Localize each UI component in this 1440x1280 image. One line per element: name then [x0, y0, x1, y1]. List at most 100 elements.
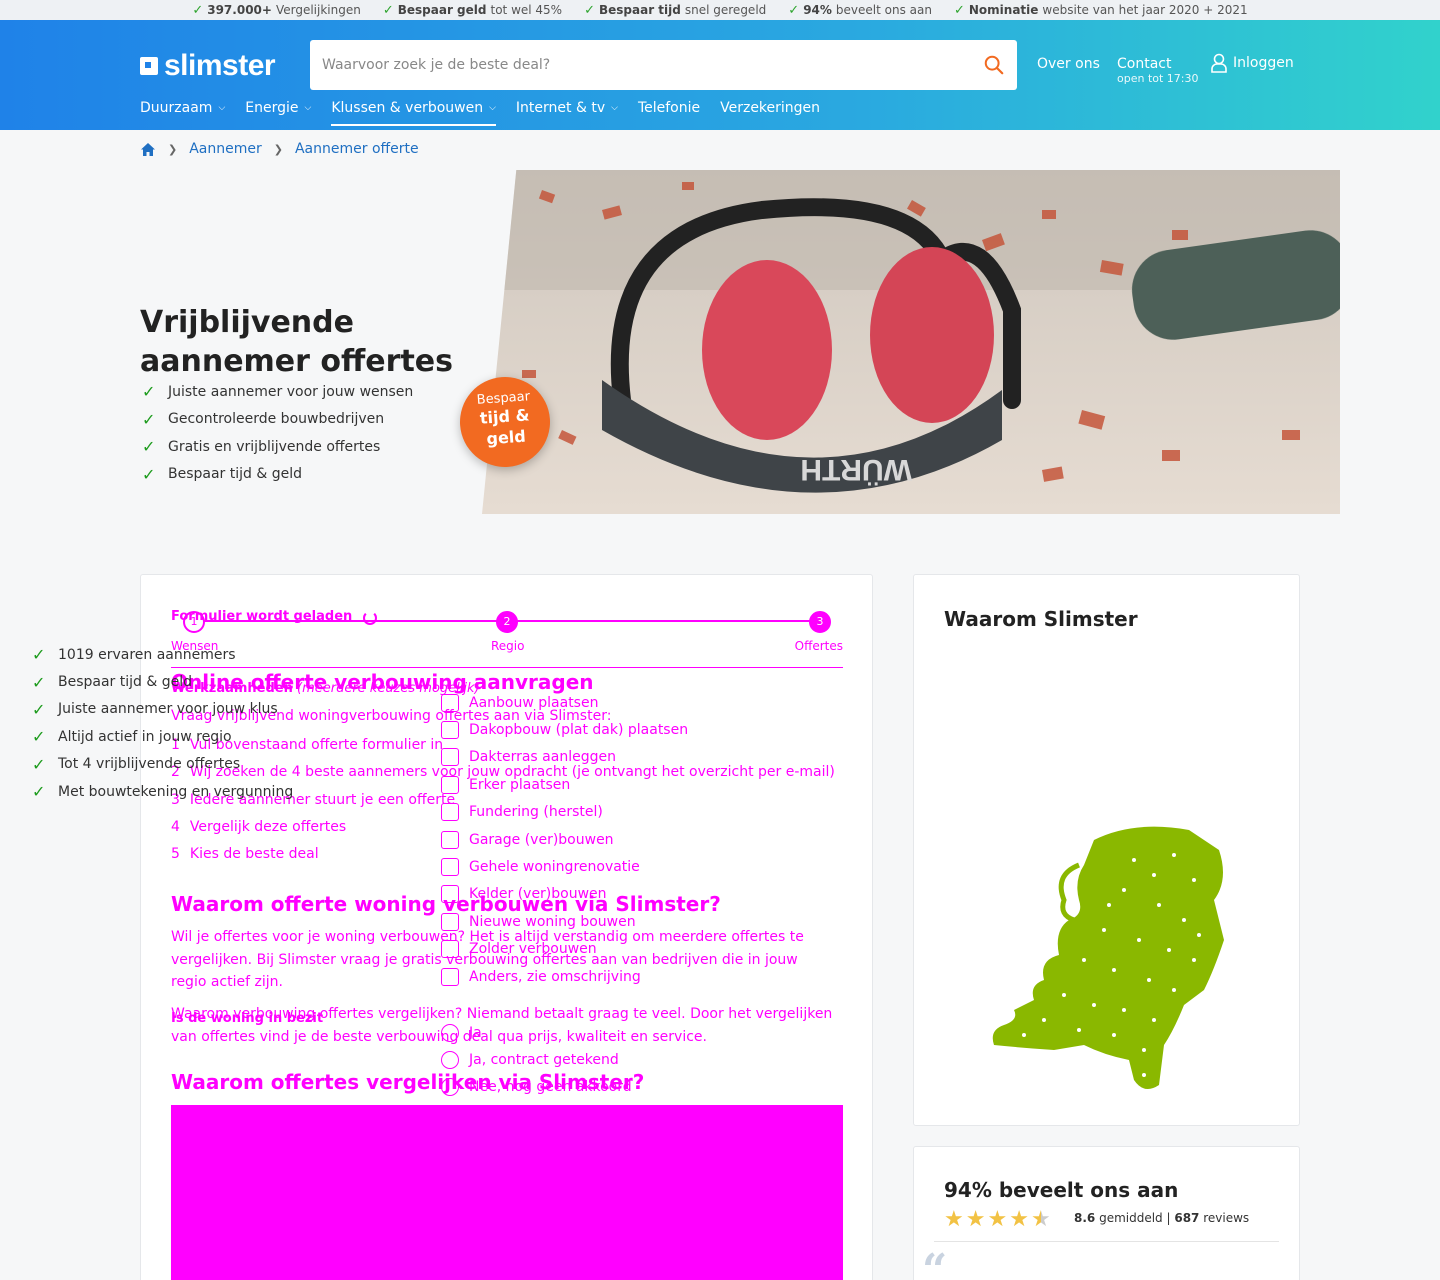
divider	[934, 1241, 1279, 1242]
checkbox[interactable]	[441, 693, 459, 712]
hero-image: WÜRTH	[482, 170, 1340, 514]
list-item: ✓ Juiste aannemer voor jouw wensen	[142, 382, 414, 402]
list-item: ✓ Gecontroleerde bouwbedrijven	[142, 409, 385, 429]
woning-label: Is de woning in bezit	[171, 1011, 324, 1026]
nav-item-klussen[interactable]: Klussen & verbouwen ⌵	[331, 100, 496, 126]
nav-item-verzekeringen[interactable]: Verzekeringen	[720, 100, 820, 126]
step-dot: 2	[496, 611, 518, 633]
check-icon: ✓	[192, 2, 204, 18]
usp-item: ✓ 397.000+ Vergelijkingen	[192, 2, 361, 18]
option-radio[interactable]: Ja	[441, 1019, 632, 1046]
usp-bar: ✓ 397.000+ Vergelijkingen ✓ Bespaar geld t…	[0, 0, 1440, 20]
list-item: ✓ Met bouwtekening en vergunning	[32, 782, 294, 802]
checkbox[interactable]	[441, 803, 459, 822]
netherlands-map-icon	[992, 826, 1224, 1089]
checkbox[interactable]	[441, 775, 459, 794]
list-item: ✓ Bespaar tijd & geld	[142, 464, 303, 484]
search-bar	[310, 40, 1017, 90]
option-checkbox[interactable]: Gehele woningrenovatie	[441, 853, 688, 880]
usp-item: ✓ Bespaar tijd snel geregeld	[584, 2, 767, 18]
list-item: ✓ Juiste aannemer voor jouw klus	[32, 699, 278, 719]
nav-item-internet[interactable]: Internet & tv ⌵	[516, 100, 618, 126]
check-icon: ✓	[32, 672, 46, 692]
nav-item-duurzaam[interactable]: Duurzaam ⌵	[140, 100, 225, 126]
checkbox[interactable]	[441, 721, 459, 740]
check-icon: ✓	[382, 2, 394, 18]
breadcrumb-aannemer[interactable]: Aannemer	[189, 141, 262, 157]
star-icon: ★	[987, 1207, 1008, 1232]
search-input[interactable]	[322, 57, 983, 73]
star-icon: ★	[1009, 1207, 1029, 1232]
chevron-down-icon: ⌵	[218, 103, 226, 113]
check-icon: ✓	[32, 754, 46, 774]
check-icon: ✓	[142, 409, 156, 429]
breadcrumb-current[interactable]: Aannemer offerte	[295, 141, 419, 157]
option-checkbox[interactable]: Aanbouw plaatsen	[441, 689, 688, 716]
home-icon[interactable]	[140, 142, 156, 157]
chevron-right-icon: ❯	[168, 142, 178, 156]
chevron-right-icon: ❯	[273, 142, 283, 156]
radio[interactable]	[441, 1023, 459, 1042]
chevron-down-icon: ⌵	[304, 103, 312, 113]
check-icon: ✓	[32, 699, 46, 719]
search-icon[interactable]	[983, 54, 1005, 76]
option-checkbox[interactable]: Fundering (herstel)	[441, 799, 688, 826]
logo-mark-icon	[140, 57, 158, 75]
option-checkbox[interactable]: Dakopbouw (plat dak) plaatsen	[441, 716, 688, 743]
login-link[interactable]: Inloggen	[1211, 53, 1294, 73]
main-nav: Duurzaam ⌵ Energie ⌵ Klussen & verbouwen ⌵ …	[140, 100, 820, 126]
section-heading: Waarom offerte woning verbouwen via Slim…	[171, 892, 721, 916]
card-title: 94% beveelt ons aan	[944, 1178, 1179, 1202]
check-icon: ✓	[584, 2, 595, 18]
nav-item-energie[interactable]: Energie ⌵	[245, 100, 311, 126]
star-rating: ★ ★ ★ ★ ★	[944, 1207, 1051, 1232]
step-label: Regio	[491, 639, 525, 653]
check-icon: ✓	[142, 382, 156, 402]
hero-usp-list: ✓ Juiste aannemer voor jouw wensen ✓ Gecon…	[142, 378, 413, 488]
step-label: Offertes	[794, 639, 843, 653]
contact-hours: open tot 17:30	[1117, 72, 1199, 85]
star-icon: ★	[965, 1207, 986, 1232]
slimster-logo[interactable]: slimster	[140, 49, 276, 83]
list-item: ✓ Tot 4 vrijblijvende offertes	[32, 754, 241, 774]
check-icon: ✓	[142, 464, 156, 484]
checkbox[interactable]	[441, 748, 459, 767]
contact-link[interactable]: Contact open tot 17:30	[1117, 56, 1199, 85]
site-header: slimster Over ons Contactopen tot 17:30 …	[0, 20, 1440, 130]
list-item: ✓ Bespaar tijd & geld	[32, 672, 193, 692]
form-overlay-block	[171, 1105, 843, 1280]
check-icon: ✓	[788, 2, 800, 18]
breadcrumb: ❯ Aannemer ❯ Aannemer offerte	[140, 141, 419, 157]
section-heading: Waarom offertes vergelijken via Slimster…	[171, 1070, 645, 1094]
user-icon	[1211, 53, 1227, 73]
usp-item: ✓ Nominatie website van het jaar 2020 + 2…	[953, 2, 1248, 18]
option-checkbox[interactable]: Dakterras aanleggen	[441, 744, 688, 771]
paragraph: Wil je offertes voor je woning verbouwen…	[171, 929, 804, 990]
ear-protection-image: WÜRTH	[482, 170, 1340, 514]
checkbox[interactable]	[441, 830, 459, 849]
checkbox[interactable]	[441, 858, 459, 877]
star-half-icon: ★	[1030, 1207, 1051, 1232]
loading-spinner-icon	[363, 611, 377, 625]
usp-item: ✓ Bespaar geld tot wel 45%	[382, 2, 563, 18]
over-ons-link[interactable]: Over ons	[1037, 56, 1100, 72]
check-icon: ✓	[32, 782, 46, 802]
why-slimster-card: Waarom Slimster	[913, 574, 1300, 1126]
option-checkbox[interactable]: Erker plaatsen	[441, 771, 688, 798]
step-dot: 3	[809, 611, 831, 633]
rating-summary: 8.6 gemiddeld | 687 reviews	[1074, 1211, 1250, 1225]
check-icon: ✓	[953, 2, 965, 18]
check-icon: ✓	[32, 645, 46, 665]
list-item: ✓ 1019 ervaren aannemers	[32, 645, 236, 665]
star-icon: ★	[944, 1207, 964, 1232]
radio[interactable]	[441, 1051, 459, 1070]
nav-item-telefonie[interactable]: Telefonie	[638, 100, 700, 126]
check-icon: ✓	[32, 727, 46, 747]
option-checkbox[interactable]: Garage (ver)bouwen	[441, 826, 688, 853]
why-list: ✓ 1019 ervaren aannemers ✓ Bespaar tijd & …	[32, 641, 293, 805]
usp-item: ✓ 94% beveelt ons aan	[788, 2, 932, 18]
chevron-down-icon: ⌵	[611, 103, 618, 113]
card-title: Waarom Slimster	[944, 607, 1138, 631]
list-item: ✓ Gratis en vrijblijvende offertes	[142, 437, 381, 457]
quote-icon: “	[922, 1245, 948, 1280]
